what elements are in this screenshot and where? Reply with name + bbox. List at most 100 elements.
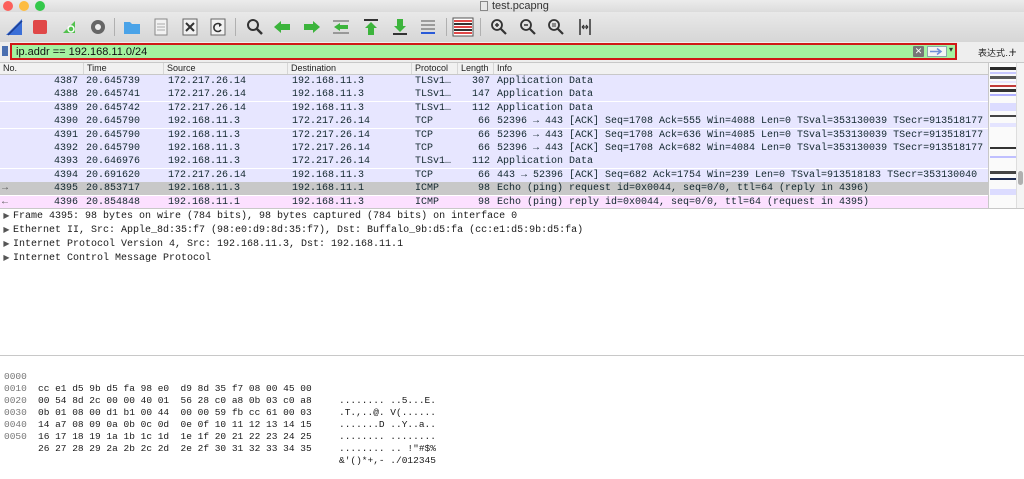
capture-options-icon[interactable] [87,16,109,38]
packet-row[interactable]: 4387 20.645739 172.217.26.14 192.168.11.3 TL… [0,75,988,88]
packet-bytes-pane[interactable]: 0000 cc e1 d5 9b d5 fa 98 e0 d9 8d 35 f7… [0,355,1024,466]
close-file-icon[interactable] [179,16,201,38]
expand-triangle-icon[interactable]: ▶ [0,224,13,237]
filter-history-dropdown-icon[interactable]: ▾ [949,45,953,54]
cell-destination: 172.217.26.14 [292,156,371,168]
close-window-button[interactable] [3,1,13,11]
window-title-group: test.pcapng [480,0,549,12]
clear-filter-icon[interactable]: ✕ [913,46,924,57]
detail-row-frame[interactable]: ▶ Frame 4395: 98 bytes on wire (784 bits)… [0,210,1024,223]
cell-destination: 192.168.11.3 [292,196,365,208]
maximize-window-button[interactable] [35,1,45,11]
toolbar-separator [480,18,481,36]
restart-capture-icon[interactable] [58,16,80,38]
packet-row[interactable]: ← 4396 20.854848 192.168.11.1 192.168.11.3 IC… [0,195,988,208]
stop-capture-icon[interactable] [29,16,51,38]
zoom-in-icon[interactable] [488,16,510,38]
minimap-mark [990,76,1016,79]
zoom-normal-icon[interactable] [545,16,567,38]
cell-destination: 192.168.11.1 [292,183,365,195]
minimize-window-button[interactable] [19,1,29,11]
apply-filter-icon[interactable] [927,46,947,57]
cell-info: 52396 → 443 [ACK] Seq=1708 Ack=682 Win=4… [497,143,984,154]
reload-file-icon[interactable] [207,16,229,38]
cell-protocol: TCP [415,129,434,141]
column-header-no[interactable]: No. [0,63,84,74]
packet-row[interactable]: 4390 20.645790 192.168.11.3 172.217.26.14 TC… [0,115,988,129]
go-last-icon[interactable] [389,16,411,38]
cell-info: 443 → 52396 [ACK] Seq=682 Ack=1754 Win=2… [497,169,978,181]
save-file-icon[interactable] [150,16,172,38]
cell-no: 4395 [53,183,78,195]
column-header-protocol[interactable]: Protocol [412,63,458,74]
packet-row[interactable]: 4392 20.645790 192.168.11.3 172.217.26.14 TC… [0,142,988,155]
find-packet-icon[interactable] [244,16,266,38]
resize-columns-icon[interactable] [574,16,596,38]
minimap-mark [990,123,1016,127]
start-capture-icon[interactable] [3,16,25,38]
cell-destination: 192.168.11.3 [292,76,365,87]
minimap-mark [990,67,1016,70]
cell-no: 4389 [53,102,78,114]
scrollbar-thumb[interactable] [1018,171,1023,185]
cell-length: 98 [477,196,490,208]
cell-time: 20.645790 [86,116,141,128]
column-header-source[interactable]: Source [164,63,288,74]
cell-time: 20.646976 [86,156,141,168]
hex-row: 0040 16 17 18 19 1a 1b 1c 1d 1e 1f 20 21… [0,407,1024,454]
colorize-icon[interactable] [452,16,474,38]
cell-no: 4392 [53,143,78,154]
detail-row-ipv4[interactable]: ▶ Internet Protocol Version 4, Src: 192.1… [0,238,1024,251]
cell-time: 20.645742 [86,102,141,114]
packet-row[interactable]: 4393 20.646976 192.168.11.3 172.217.26.14 TL… [0,155,988,169]
cell-length: 66 [477,129,490,141]
cell-length: 66 [477,116,490,128]
go-first-icon[interactable] [360,16,382,38]
zoom-out-icon[interactable] [517,16,539,38]
packet-row[interactable]: 4391 20.645790 192.168.11.3 172.217.26.14 TC… [0,128,988,142]
hex-ascii: ........ ........ [339,431,436,442]
go-forward-icon[interactable] [301,16,323,38]
cell-no: 4396 [53,196,78,208]
packet-row[interactable]: → 4395 20.853717 192.168.11.3 192.168.11.1 IC… [0,182,988,196]
expand-triangle-icon[interactable]: ▶ [0,210,13,223]
column-header-destination[interactable]: Destination [288,63,412,74]
autoscroll-icon[interactable] [417,16,439,38]
cell-source: 192.168.11.3 [168,143,241,154]
packet-row[interactable]: 4389 20.645742 172.217.26.14 192.168.11.3 TL… [0,101,988,115]
cell-no: 4390 [53,116,78,128]
minimap-mark [990,94,1016,96]
expand-triangle-icon[interactable]: ▶ [0,238,13,251]
cell-source: 172.217.26.14 [168,89,247,101]
cell-length: 66 [477,169,490,181]
minimap-mark [990,103,1016,111]
packet-list[interactable]: No. Time Source Destination Protocol Len… [0,63,988,208]
packet-row[interactable]: 4388 20.645741 172.217.26.14 192.168.11.3 TL… [0,88,988,102]
go-back-icon[interactable] [271,16,293,38]
cell-protocol: TLSv1… [415,89,452,101]
column-header-time[interactable]: Time [84,63,164,74]
open-file-icon[interactable] [121,16,143,38]
detail-row-icmp[interactable]: ▶ Internet Control Message Protocol [0,252,1024,265]
cell-protocol: TCP [415,116,434,128]
hex-ascii: &'()*+,- ./012345 [339,455,436,466]
expand-triangle-icon[interactable]: ▶ [0,252,13,265]
minimap-mark [990,89,1016,92]
cell-no: 4393 [53,156,78,168]
add-filter-button[interactable]: + [1009,44,1017,59]
column-header-info[interactable]: Info [494,63,988,74]
display-filter-field[interactable]: ✕ ▾ [10,43,957,60]
go-to-packet-icon[interactable] [330,16,352,38]
cell-time: 20.645790 [86,129,141,141]
minimap-mark [990,115,1016,117]
packet-minimap[interactable] [988,63,1017,208]
cell-info: 52396 → 443 [ACK] Seq=1708 Ack=555 Win=4… [497,116,984,128]
filter-bookmark-icon[interactable] [2,46,8,56]
packet-row[interactable]: 4394 20.691620 172.217.26.14 192.168.11.3 TC… [0,168,988,182]
toolbar-separator [235,18,236,36]
packet-list-scrollbar[interactable] [1016,63,1024,208]
display-filter-input[interactable] [16,45,896,58]
detail-row-ethernet[interactable]: ▶ Ethernet II, Src: Apple_8d:35:f7 (98:e0… [0,224,1024,237]
minimap-mark [990,85,1016,87]
column-header-length[interactable]: Length [458,63,494,74]
